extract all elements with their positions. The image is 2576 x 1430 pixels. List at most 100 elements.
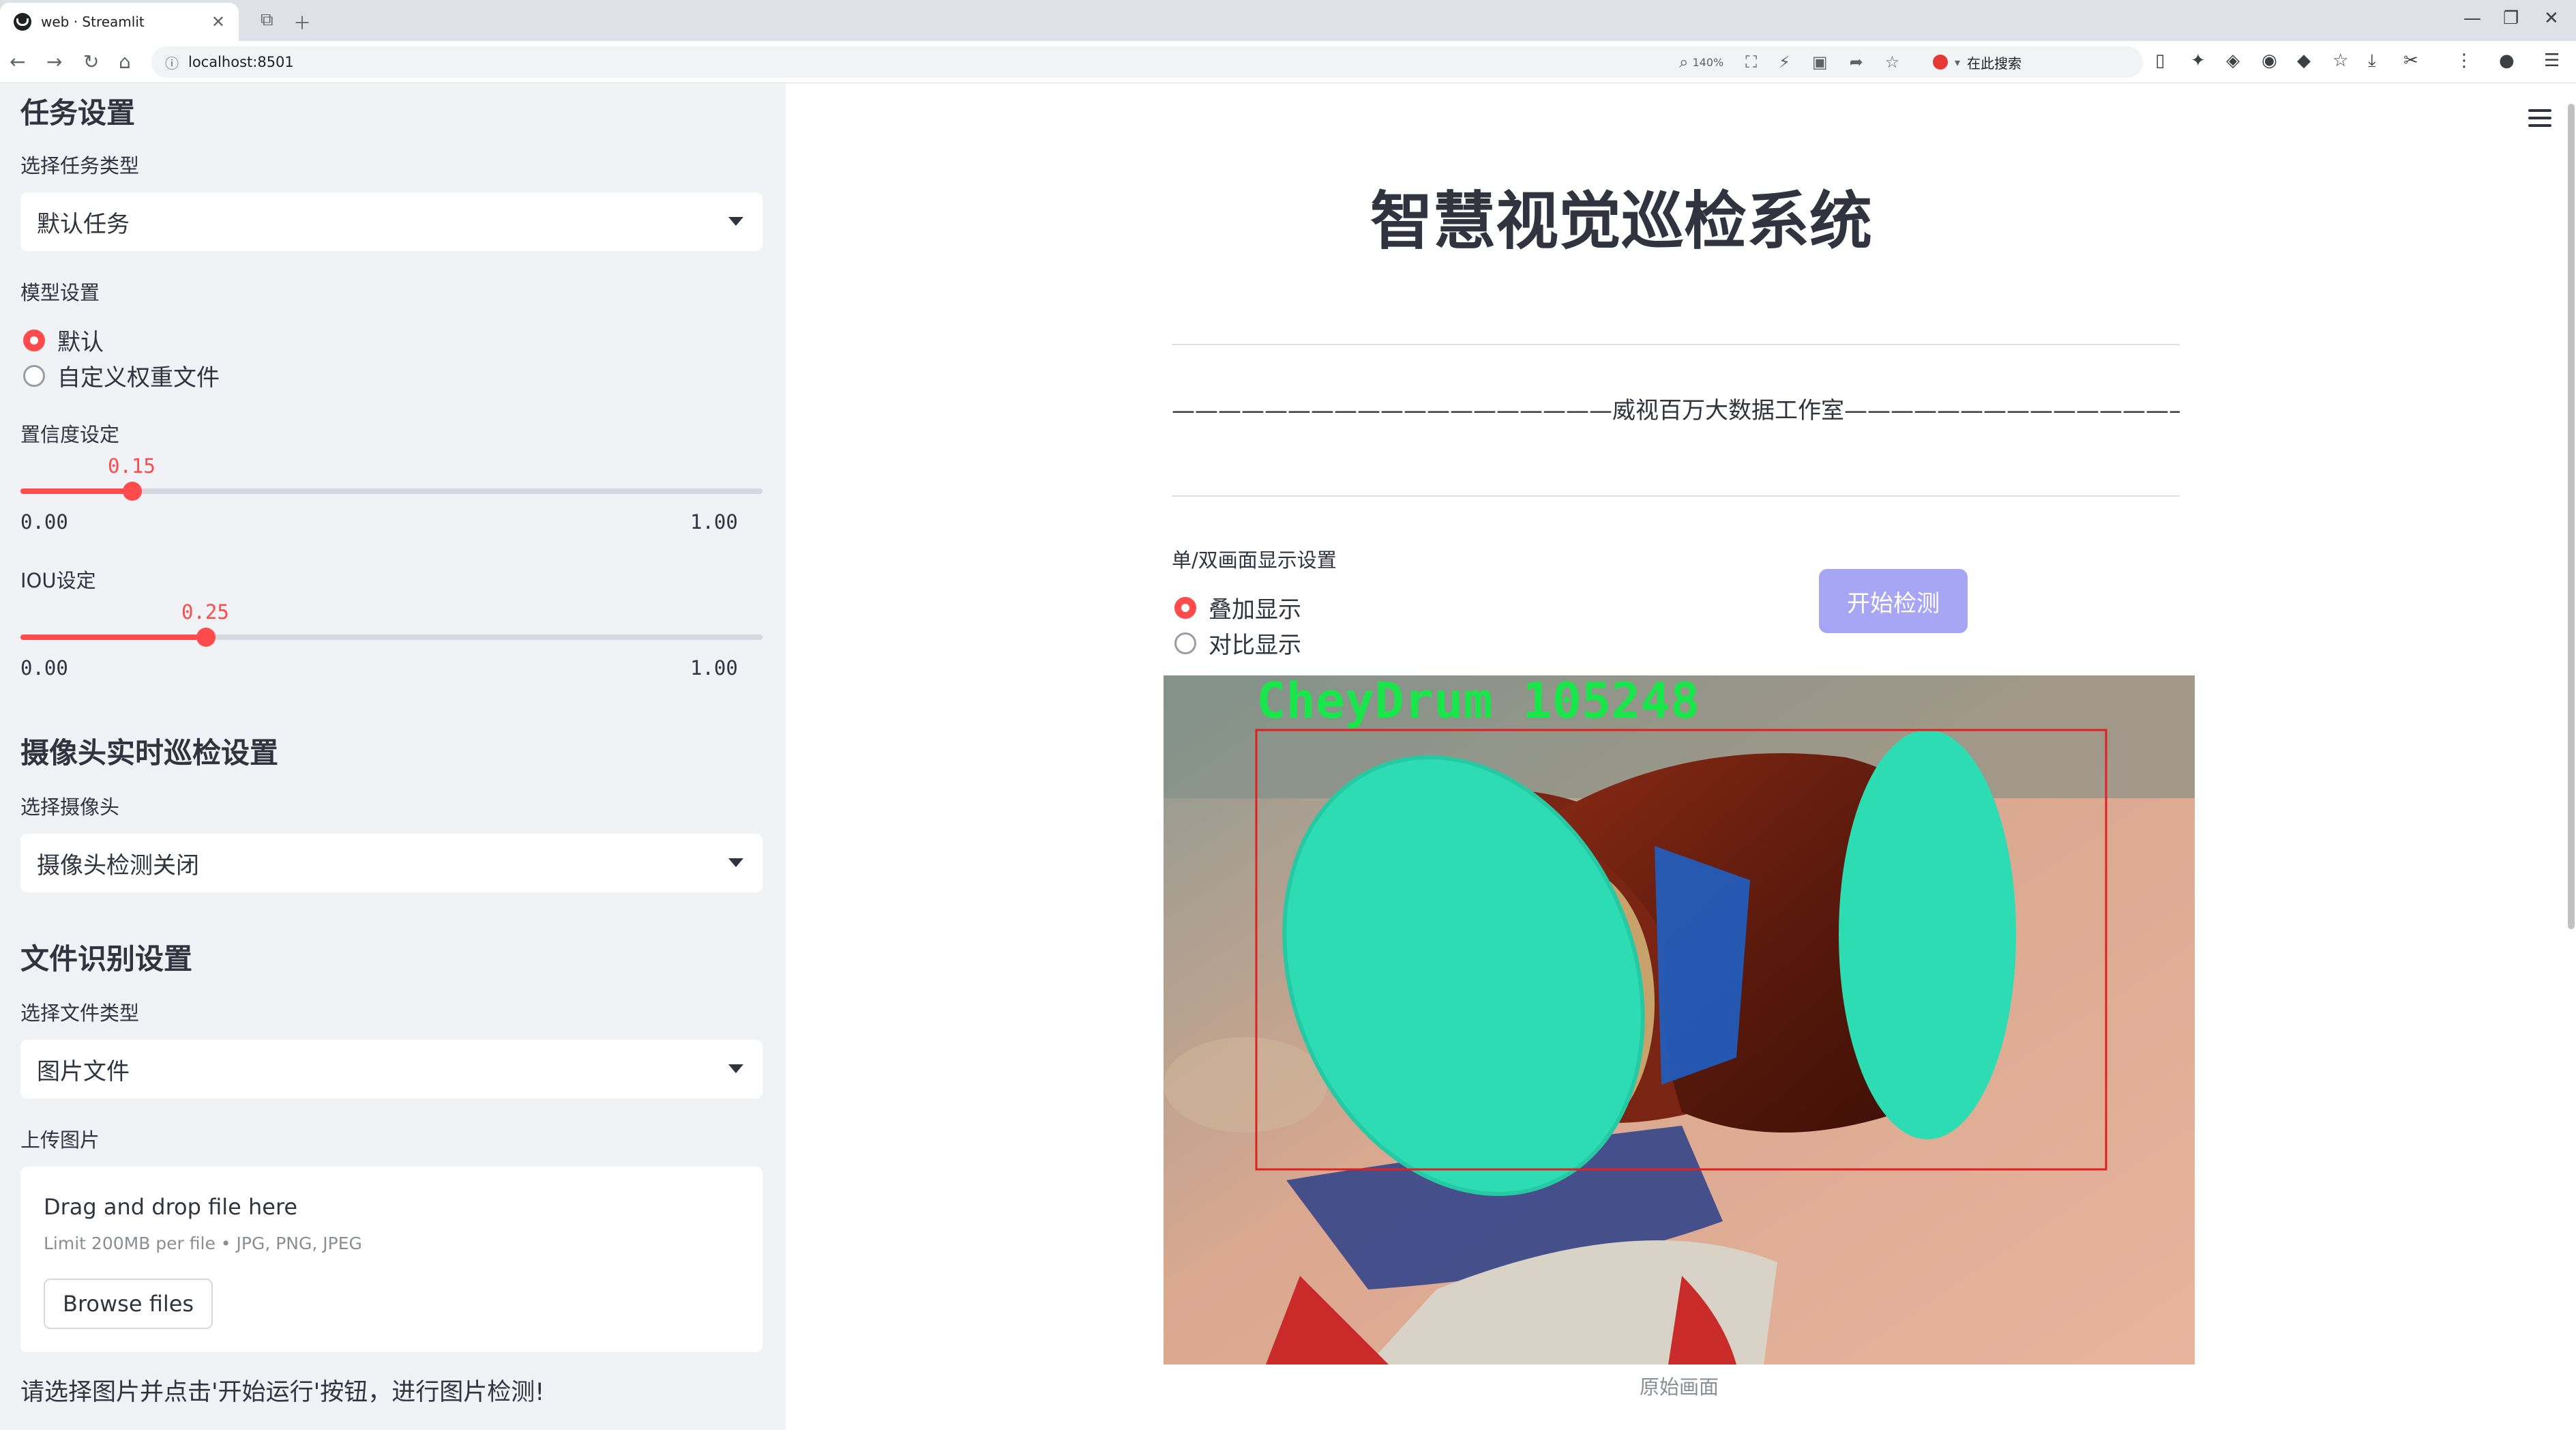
camera-section-title: 摄像头实时巡检设置 [20, 736, 279, 770]
avatar[interactable]: ● [2499, 50, 2515, 71]
display-option-label: 叠加显示 [1209, 596, 1301, 624]
scissors-icon[interactable]: ✂ [2403, 50, 2418, 71]
restore-icon[interactable]: ❐ [2503, 8, 2519, 29]
sidebar-hint: 请选择图片并点击'开始运行'按钮，进行图片检测! [20, 1379, 545, 1406]
confidence-slider-fill [20, 488, 132, 494]
bookmark-star-icon[interactable]: ☆ [1885, 53, 1900, 72]
chevron-down-icon [728, 858, 743, 867]
streamlit-app: 任务设置 选择任务类型 默认任务 模型设置 默认 自定义权重文件 置信度设定 0… [0, 83, 2576, 1430]
display-radio-compare[interactable]: 对比显示 [1174, 626, 1301, 660]
drum-photo: CheyDrum 105248 [1164, 675, 2195, 1365]
search-box[interactable]: ▾ 在此搜索 [1933, 46, 2137, 78]
screenshot-icon[interactable]: ▣ [1812, 53, 1828, 72]
file-type-select[interactable]: 图片文件 [20, 1040, 763, 1098]
streamlit-favicon-icon [14, 13, 31, 31]
iou-label: IOU设定 [20, 569, 96, 592]
radio-checked-icon [1174, 596, 1196, 619]
task-type-label: 选择任务类型 [20, 154, 140, 177]
tab-close-icon[interactable]: ✕ [211, 12, 225, 31]
display-radio-overlay[interactable]: 叠加显示 [1174, 591, 1301, 624]
back-icon[interactable]: ← [10, 50, 25, 73]
page-title: 智慧视觉巡检系统 [1370, 185, 1872, 258]
detection-result-image: CheyDrum 105248 [1164, 675, 2195, 1365]
url-text: localhost:8501 [188, 54, 294, 70]
search-engine-icon [1933, 55, 1948, 70]
file-type-value: 图片文件 [37, 1057, 130, 1085]
sidebar: 任务设置 选择任务类型 默认任务 模型设置 默认 自定义权重文件 置信度设定 0… [0, 83, 786, 1430]
browser-address-bar: ← → ↻ ⌂ ⓘ localhost:8501 ⌕ 140% ⛶ ⚡ ▣ ➦ … [0, 41, 2576, 83]
task-type-select[interactable]: 默认任务 [20, 192, 763, 251]
camera-label: 选择摄像头 [20, 796, 120, 819]
upload-limit: Limit 200MB per file • JPG, PNG, JPEG [44, 1234, 362, 1253]
extension-icon[interactable]: ◈ [2226, 50, 2240, 71]
browser-tab[interactable]: web · Streamlit ✕ [0, 3, 239, 41]
new-tab-icon[interactable]: ＋ [293, 10, 311, 35]
iou-slider-fill [20, 634, 206, 640]
image-caption: 原始画面 [1639, 1375, 1719, 1399]
confidence-slider[interactable] [20, 482, 763, 501]
confidence-value: 0.15 [108, 454, 156, 478]
dropdown-icon: ▾ [1955, 55, 1961, 69]
lightning-icon[interactable]: ⚡ [1779, 53, 1790, 72]
iou-min: 0.00 [20, 656, 68, 680]
zoom-level: 140% [1692, 55, 1724, 69]
chevron-down-icon [728, 1064, 743, 1073]
camera-value: 摄像头检测关闭 [37, 851, 199, 879]
menu-icon[interactable]: ☰ [2544, 50, 2560, 71]
zoom-icon[interactable]: ⌕ [1679, 53, 1688, 72]
display-option-label: 对比显示 [1209, 632, 1301, 659]
file-section-title: 文件识别设置 [20, 942, 193, 976]
browser-tab-bar: web · Streamlit ✕ ⧉ ＋ — ❐ ✕ [0, 0, 2576, 41]
minimize-icon[interactable]: — [2463, 8, 2481, 29]
translate-icon[interactable]: ⛶ [1745, 53, 1757, 72]
tab-group-icon[interactable]: ⧉ [261, 10, 273, 31]
detection-label: CheyDrum 105248 [1256, 675, 1700, 729]
task-section-title: 任务设置 [20, 96, 136, 130]
main-content: 智慧视觉巡检系统 ———————————————————威视百万大数据工作室——… [786, 83, 2576, 1430]
scrollbar[interactable] [2568, 104, 2575, 929]
share-icon[interactable]: ➦ [1850, 53, 1863, 72]
task-type-value: 默认任务 [37, 210, 130, 238]
tab-title: web · Streamlit [41, 14, 145, 30]
chevron-down-icon [728, 217, 743, 226]
confidence-slider-thumb[interactable] [123, 482, 142, 501]
camera-select[interactable]: 摄像头检测关闭 [20, 834, 763, 892]
model-radio-default[interactable]: 默认 [23, 323, 104, 357]
upload-title: Drag and drop file here [44, 1194, 298, 1220]
close-window-icon[interactable]: ✕ [2544, 8, 2559, 29]
mobile-icon[interactable]: ▯ [2155, 50, 2165, 71]
extension-icon[interactable]: ◆ [2297, 50, 2311, 71]
iou-max: 1.00 [690, 656, 738, 680]
file-type-label: 选择文件类型 [20, 1002, 140, 1025]
radio-unchecked-icon [23, 364, 45, 387]
radio-checked-icon [23, 329, 45, 351]
iou-slider-thumb[interactable] [196, 628, 216, 647]
radio-unchecked-icon [1174, 632, 1196, 654]
page-subtitle: ———————————————————威视百万大数据工作室———————————… [1172, 397, 2180, 424]
iou-slider[interactable] [20, 628, 763, 647]
more-vertical-icon[interactable]: ⋮ [2455, 50, 2473, 71]
download-icon[interactable]: ⤓ [2368, 50, 2376, 72]
divider [1172, 344, 2180, 345]
start-detection-button[interactable]: 开始检测 [1819, 569, 1968, 633]
site-info-icon[interactable]: ⓘ [165, 53, 179, 72]
home-icon[interactable]: ⌂ [119, 50, 131, 73]
display-mode-label: 单/双画面显示设置 [1172, 549, 1337, 572]
file-uploader-dropzone[interactable]: Drag and drop file here Limit 200MB per … [20, 1167, 763, 1352]
model-label: 模型设置 [20, 281, 100, 304]
confidence-max: 1.00 [690, 510, 738, 534]
browse-files-button[interactable]: Browse files [44, 1279, 213, 1329]
confidence-label: 置信度设定 [20, 423, 120, 446]
extension-icon[interactable]: ◉ [2262, 50, 2277, 71]
extension-icon[interactable]: ✦ [2191, 50, 2206, 71]
forward-icon[interactable]: → [46, 50, 62, 73]
hamburger-menu-icon[interactable] [2528, 109, 2551, 132]
iou-value: 0.25 [181, 600, 229, 624]
favorites-icon[interactable]: ☆ [2333, 50, 2348, 71]
divider [1172, 495, 2180, 497]
search-placeholder: 在此搜索 [1967, 55, 2022, 72]
model-radio-custom[interactable]: 自定义权重文件 [23, 359, 220, 392]
reload-icon[interactable]: ↻ [83, 50, 99, 73]
model-option-label: 默认 [57, 329, 104, 356]
confidence-min: 0.00 [20, 510, 68, 534]
